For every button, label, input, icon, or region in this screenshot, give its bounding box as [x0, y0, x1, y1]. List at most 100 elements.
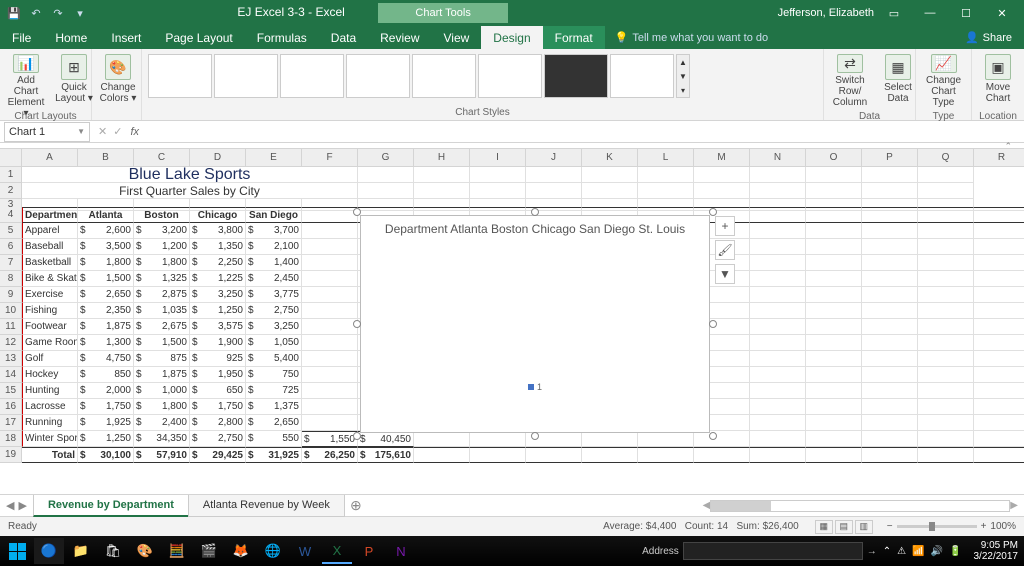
chart-style-thumb[interactable] — [610, 54, 674, 98]
table-row[interactable]: Game Room — [22, 335, 78, 351]
tab-data[interactable]: Data — [319, 26, 368, 49]
taskbar-word-icon[interactable]: W — [290, 538, 320, 564]
formula-bar[interactable] — [145, 123, 1024, 141]
save-icon[interactable]: 💾 — [6, 5, 22, 21]
chart-style-thumb[interactable] — [346, 54, 410, 98]
tab-formulas[interactable]: Formulas — [245, 26, 319, 49]
chart-object[interactable]: Department Atlanta Boston Chicago San Di… — [360, 215, 710, 433]
taskbar-app[interactable]: 🎨 — [130, 538, 160, 564]
chart-style-thumb[interactable] — [412, 54, 476, 98]
tray-icon[interactable]: 📶 — [912, 546, 924, 557]
close-icon[interactable]: ✕ — [988, 3, 1016, 23]
table-row[interactable]: Apparel — [22, 223, 78, 239]
sheet-subtitle[interactable]: First Quarter Sales by City — [22, 183, 358, 199]
change-chart-type-button[interactable]: 📈Change Chart Type — [920, 52, 967, 108]
chart-style-thumb[interactable] — [148, 54, 212, 98]
chart-styles-button[interactable]: 🖌 — [715, 240, 735, 260]
chart-style-thumb[interactable] — [280, 54, 344, 98]
sheet-tab[interactable]: Atlanta Revenue by Week — [188, 495, 345, 517]
table-row[interactable]: Basketball — [22, 255, 78, 271]
taskbar-app[interactable]: 📁 — [66, 538, 96, 564]
table-row[interactable]: Fishing — [22, 303, 78, 319]
taskbar-app[interactable]: 🧮 — [162, 538, 192, 564]
chevron-down-icon[interactable]: ▼ — [77, 127, 85, 136]
table-row[interactable]: Bike & Skate — [22, 271, 78, 287]
chart-style-thumb[interactable] — [478, 54, 542, 98]
tray-icon[interactable]: ⚠ — [897, 546, 906, 557]
resize-handle[interactable] — [709, 432, 717, 440]
chart-style-thumb[interactable] — [214, 54, 278, 98]
table-row[interactable]: Lacrosse — [22, 399, 78, 415]
next-sheet-icon[interactable]: ▶ — [18, 499, 26, 512]
taskbar-app[interactable]: 🎬 — [194, 538, 224, 564]
resize-handle[interactable] — [353, 320, 361, 328]
tab-view[interactable]: View — [432, 26, 482, 49]
change-colors-button[interactable]: 🎨Change Colors ▾ — [96, 52, 140, 108]
maximize-icon[interactable]: ☐ — [952, 3, 980, 23]
zoom-level[interactable]: 100% — [990, 521, 1016, 532]
sheet-title[interactable]: Blue Lake Sports — [22, 167, 358, 183]
worksheet[interactable]: ABCDEFGHIJKLMNOPQR 1Blue Lake Sports 2Fi… — [0, 149, 1024, 494]
quick-layout-button[interactable]: ⊞Quick Layout ▾ — [52, 52, 96, 108]
taskbar-app[interactable]: 🌐 — [258, 538, 288, 564]
cancel-icon[interactable]: ✕ — [98, 125, 107, 138]
taskbar-excel-icon[interactable]: X — [322, 538, 352, 564]
tab-home[interactable]: Home — [43, 26, 99, 49]
chart-elements-button[interactable]: + — [715, 216, 735, 236]
prev-sheet-icon[interactable]: ◀ — [6, 499, 14, 512]
table-row[interactable]: Footwear — [22, 319, 78, 335]
address-input[interactable] — [683, 542, 863, 560]
address-go-icon[interactable]: → — [867, 546, 877, 557]
chart-styles-gallery[interactable]: ▲▼▾ — [146, 52, 692, 100]
tab-format[interactable]: Format — [543, 26, 605, 49]
chart-style-thumb[interactable] — [544, 54, 608, 98]
select-all[interactable] — [0, 149, 22, 167]
resize-handle[interactable] — [531, 432, 539, 440]
resize-handle[interactable] — [353, 432, 361, 440]
redo-icon[interactable]: ↷ — [50, 5, 66, 21]
gallery-scroll[interactable]: ▲▼▾ — [676, 54, 690, 98]
taskbar-powerpoint-icon[interactable]: P — [354, 538, 384, 564]
taskbar-app[interactable]: 🔵 — [34, 538, 64, 564]
resize-handle[interactable] — [709, 208, 717, 216]
resize-handle[interactable] — [709, 320, 717, 328]
tab-insert[interactable]: Insert — [99, 26, 153, 49]
enter-icon[interactable]: ✓ — [113, 125, 122, 138]
column-headers[interactable]: ABCDEFGHIJKLMNOPQR — [0, 149, 1024, 167]
chart-filters-button[interactable]: ▼ — [715, 264, 735, 284]
tab-page-layout[interactable]: Page Layout — [153, 26, 244, 49]
view-page-layout-icon[interactable]: ▤ — [835, 520, 853, 534]
zoom-slider[interactable] — [897, 525, 977, 528]
tab-review[interactable]: Review — [368, 26, 431, 49]
minimize-icon[interactable]: — — [916, 3, 944, 23]
select-data-button[interactable]: ▦Select Data — [876, 52, 920, 108]
ribbon-options-icon[interactable]: ▭ — [880, 3, 908, 23]
tab-design[interactable]: Design — [481, 26, 542, 49]
table-row[interactable]: Hockey — [22, 367, 78, 383]
move-chart-button[interactable]: ▣Move Chart — [976, 52, 1020, 108]
view-normal-icon[interactable]: ▦ — [815, 520, 833, 534]
fx-icon[interactable]: fx — [130, 126, 145, 138]
add-chart-element-button[interactable]: 📊Add Chart Element ▾ — [4, 52, 48, 108]
account-name[interactable]: Jefferson, Elizabeth — [778, 7, 880, 19]
undo-icon[interactable]: ↶ — [28, 5, 44, 21]
table-row[interactable]: Golf — [22, 351, 78, 367]
table-row[interactable]: Running — [22, 415, 78, 431]
sheet-tab-active[interactable]: Revenue by Department — [33, 495, 189, 517]
qat-more-icon[interactable]: ▾ — [72, 5, 88, 21]
taskbar-app[interactable]: 🛍 — [98, 538, 128, 564]
add-sheet-button[interactable]: ⊕ — [344, 497, 368, 514]
table-row[interactable]: Exercise — [22, 287, 78, 303]
tray-icon[interactable]: 🔋 — [949, 546, 961, 557]
zoom-in-icon[interactable]: + — [981, 521, 987, 532]
view-page-break-icon[interactable]: ▥ — [855, 520, 873, 534]
tell-me[interactable]: 💡 Tell me what you want to do — [605, 26, 953, 49]
resize-handle[interactable] — [531, 208, 539, 216]
table-row[interactable]: Hunting — [22, 383, 78, 399]
share-button[interactable]: 👤 Share — [953, 26, 1024, 49]
taskbar-onenote-icon[interactable]: N — [386, 538, 416, 564]
start-button[interactable] — [0, 536, 34, 566]
tray-icon[interactable]: ⌃ — [883, 546, 891, 557]
tray-icon[interactable]: 🔊 — [931, 546, 943, 557]
zoom-out-icon[interactable]: − — [887, 521, 893, 532]
